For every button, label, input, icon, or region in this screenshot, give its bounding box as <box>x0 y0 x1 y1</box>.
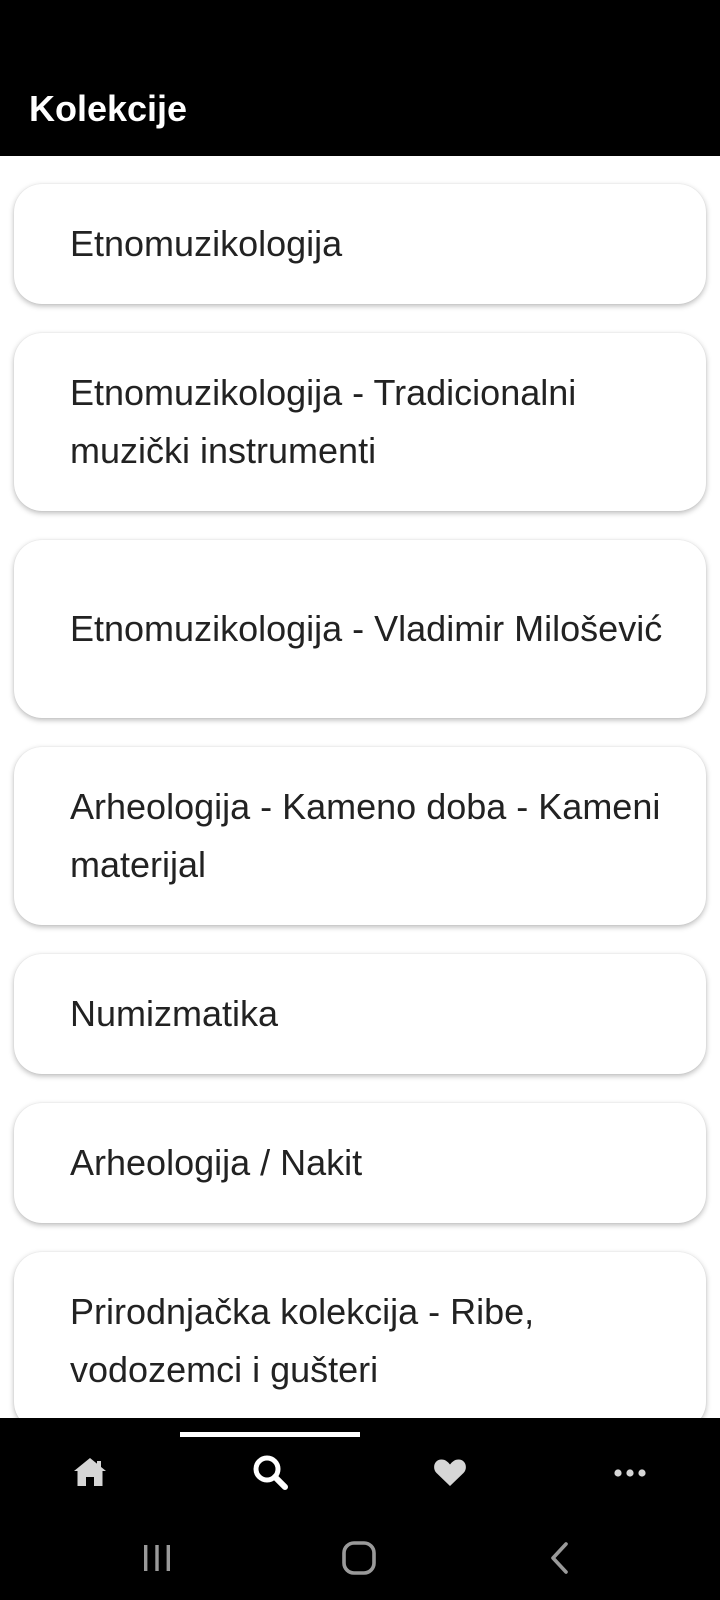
page-title: Kolekcije <box>29 88 188 129</box>
collection-card-label: Prirodnjačka kolekcija - Ribe, vodozemci… <box>70 1291 535 1390</box>
collection-card-label: Etnomuzikologija <box>70 223 343 264</box>
collection-card[interactable]: Numizmatika <box>14 954 706 1074</box>
nav-favorites-button[interactable] <box>420 1450 480 1498</box>
collection-card-label: Arheologija - Kameno doba - Kameni mater… <box>70 786 661 885</box>
nav-more-button[interactable] <box>600 1450 660 1498</box>
system-home-button[interactable] <box>329 1530 389 1590</box>
home-icon <box>72 1455 108 1494</box>
collections-list[interactable]: Etnomuzikologija Etnomuzikologija - Trad… <box>0 156 720 1418</box>
selected-tab-indicator <box>180 1432 360 1437</box>
search-icon <box>251 1453 289 1496</box>
collection-card-label: Etnomuzikologija - Vladimir Milošević <box>70 608 663 649</box>
nav-search-button[interactable] <box>240 1450 300 1498</box>
collection-card[interactable]: Etnomuzikologija - Vladimir Milošević <box>14 540 706 718</box>
home-circle-icon <box>341 1540 377 1581</box>
back-icon <box>548 1541 572 1580</box>
app-bar: Kolekcije <box>0 0 720 156</box>
collection-card-label: Etnomuzikologija - Tradicionalni muzički… <box>70 372 577 471</box>
more-icon <box>613 1465 647 1483</box>
recents-icon <box>140 1543 174 1578</box>
collection-card-label: Numizmatika <box>70 993 279 1034</box>
heart-icon <box>433 1457 467 1492</box>
collection-card-label: Arheologija / Nakit <box>70 1142 363 1183</box>
collection-card[interactable]: Prirodnjačka kolekcija - Ribe, vodozemci… <box>14 1252 706 1418</box>
collection-card[interactable]: Arheologija - Kameno doba - Kameni mater… <box>14 747 706 925</box>
collection-card[interactable]: Arheologija / Nakit <box>14 1103 706 1223</box>
back-button[interactable] <box>530 1530 590 1590</box>
nav-home-button[interactable] <box>60 1450 120 1498</box>
collection-card[interactable]: Etnomuzikologija - Tradicionalni muzički… <box>14 333 706 511</box>
recents-button[interactable] <box>127 1530 187 1590</box>
collection-card[interactable]: Etnomuzikologija <box>14 184 706 304</box>
